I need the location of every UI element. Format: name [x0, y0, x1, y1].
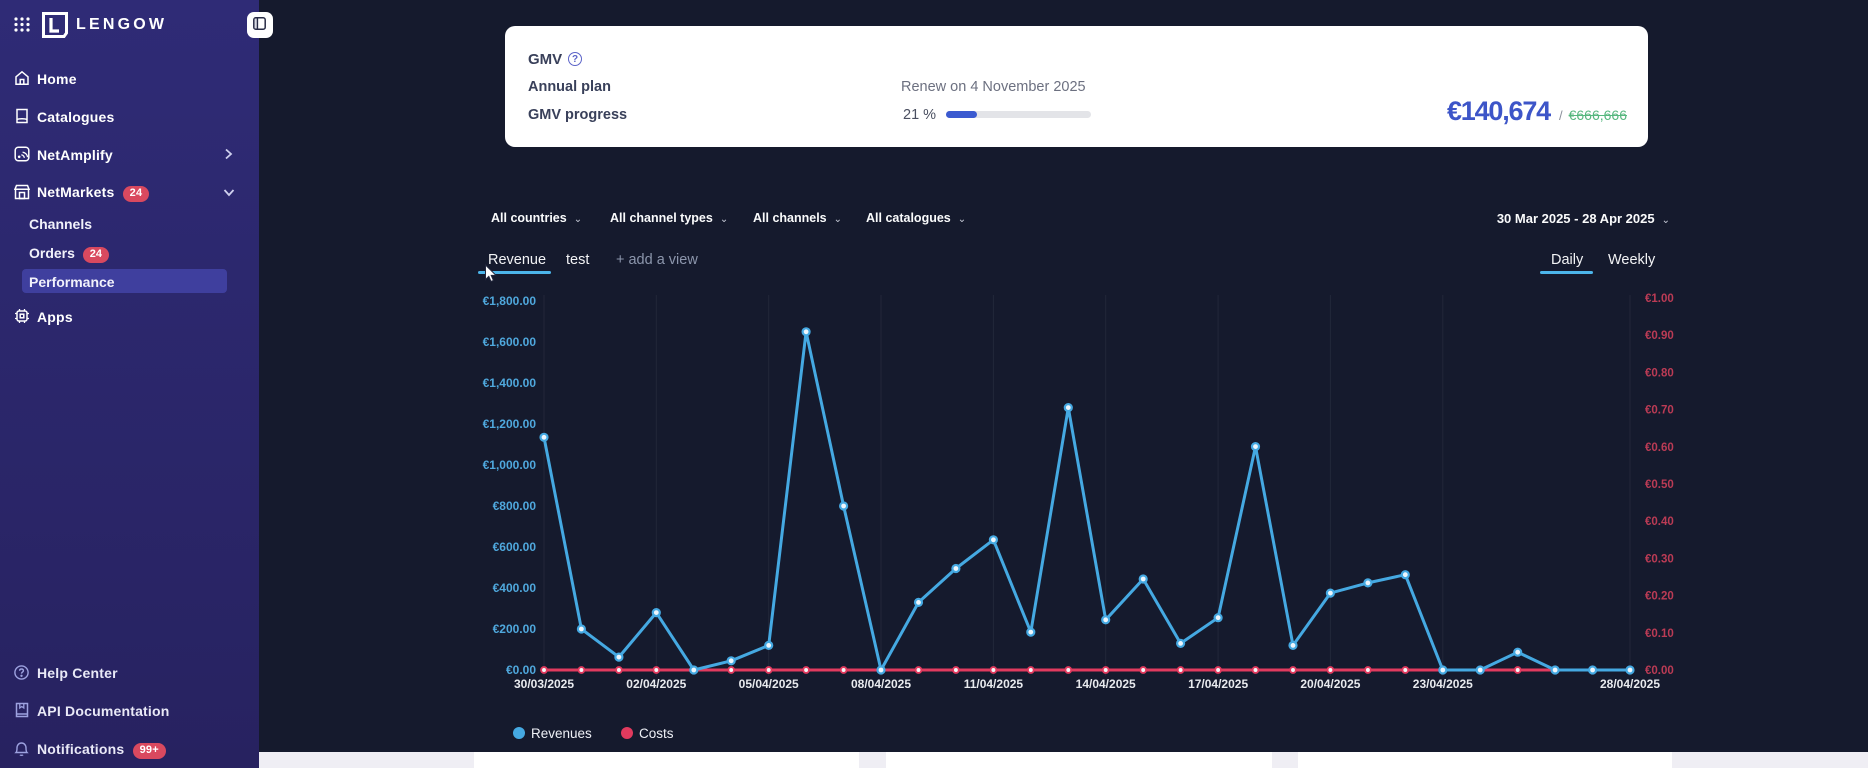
svg-text:€1,800.00: €1,800.00: [483, 294, 537, 308]
svg-text:23/04/2025: 23/04/2025: [1413, 677, 1473, 691]
svg-text:02/04/2025: 02/04/2025: [626, 677, 686, 691]
svg-text:11/04/2025: 11/04/2025: [964, 677, 1024, 691]
svg-text:€800.00: €800.00: [493, 499, 537, 513]
svg-text:€0.10: €0.10: [1645, 628, 1674, 640]
svg-text:08/04/2025: 08/04/2025: [851, 677, 911, 691]
svg-text:€0.70: €0.70: [1645, 405, 1674, 417]
svg-text:14/04/2025: 14/04/2025: [1076, 677, 1136, 691]
svg-text:€0.40: €0.40: [1645, 516, 1674, 528]
svg-text:€600.00: €600.00: [493, 540, 537, 554]
svg-text:€0.80: €0.80: [1645, 367, 1674, 379]
svg-text:€0.60: €0.60: [1645, 442, 1674, 454]
svg-text:€1,200.00: €1,200.00: [483, 417, 537, 431]
svg-text:28/04/2025: 28/04/2025: [1600, 677, 1660, 691]
svg-text:€0.00: €0.00: [506, 663, 536, 677]
svg-text:17/04/2025: 17/04/2025: [1188, 677, 1248, 691]
svg-text:€0.90: €0.90: [1645, 330, 1674, 342]
svg-text:€400.00: €400.00: [493, 581, 537, 595]
svg-text:€1,400.00: €1,400.00: [483, 376, 537, 390]
svg-text:05/04/2025: 05/04/2025: [739, 677, 799, 691]
svg-text:€1,000.00: €1,000.00: [483, 458, 537, 472]
svg-text:€200.00: €200.00: [493, 622, 537, 636]
svg-text:€0.20: €0.20: [1645, 591, 1674, 603]
svg-text:€1.00: €1.00: [1645, 293, 1674, 305]
svg-text:30/03/2025: 30/03/2025: [514, 677, 574, 691]
svg-text:€0.50: €0.50: [1645, 479, 1674, 491]
svg-text:€0.00: €0.00: [1645, 665, 1674, 677]
svg-text:€1,600.00: €1,600.00: [483, 335, 537, 349]
svg-text:€0.30: €0.30: [1645, 553, 1674, 565]
svg-text:20/04/2025: 20/04/2025: [1300, 677, 1360, 691]
